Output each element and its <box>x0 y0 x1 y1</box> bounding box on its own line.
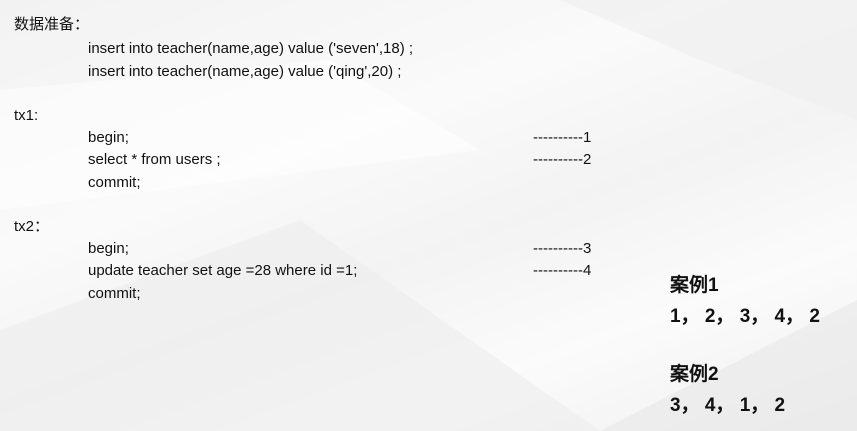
tx1-line: select * from users ; <box>88 151 221 168</box>
tx2-line: update teacher set age =28 where id =1; <box>88 262 358 279</box>
case-title: 案例2 <box>670 364 719 385</box>
prep-line: insert into teacher(name,age) value ('se… <box>88 40 414 57</box>
step-label: ----------4 <box>533 262 592 279</box>
tx2-line: commit; <box>88 285 141 302</box>
step-label: ----------1 <box>533 129 592 146</box>
prep-title: 数据准备： <box>14 16 90 33</box>
tx1-title: tx1: <box>14 107 39 124</box>
tx2-title: tx2： <box>14 218 50 235</box>
case-title: 案例1 <box>670 275 719 296</box>
step-label: ----------2 <box>533 151 592 168</box>
prep-line: insert into teacher(name,age) value ('qi… <box>88 63 402 80</box>
tx1-line: commit; <box>88 174 141 191</box>
case-order: 1， 2， 3， 4， 2 <box>670 306 820 327</box>
tx2-line: begin; <box>88 240 129 257</box>
case-order: 3， 4， 1， 2 <box>670 395 786 416</box>
step-label: ----------3 <box>533 240 592 257</box>
tx1-line: begin; <box>88 129 129 146</box>
